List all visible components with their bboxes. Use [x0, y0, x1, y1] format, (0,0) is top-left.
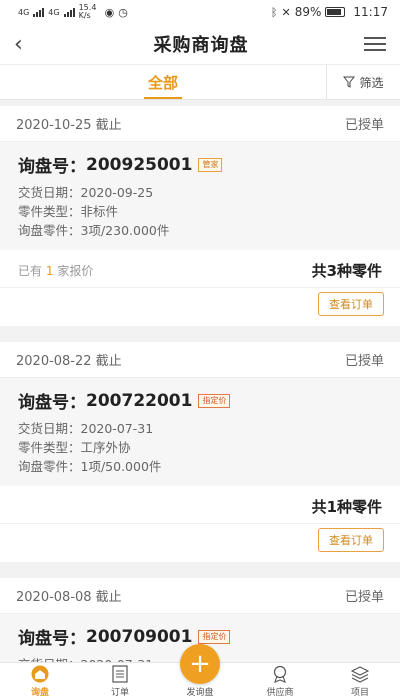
butler-badge: 管家 — [198, 157, 223, 172]
alarm-icon: ◷ — [118, 5, 128, 19]
card-header: 2020-08-22 截止 已授单 — [0, 342, 400, 378]
network-type-1: 4G — [18, 7, 30, 17]
status-text: 已授单 — [344, 354, 384, 369]
filter-button[interactable]: 筛选 — [326, 65, 400, 99]
fixed-price-badge: 指定价 — [198, 393, 231, 408]
mute-icon: ✕ — [281, 5, 291, 19]
signal-icon — [33, 7, 45, 17]
nav-inquiry[interactable]: 询盘 — [5, 665, 75, 698]
status-left: 4G 4G 15.4 K/s ◉ ◷ — [18, 4, 128, 20]
view-order-button[interactable]: 查看订单 — [318, 528, 384, 552]
inquiry-card[interactable]: 2020-10-25 截止 已授单 询盘号： 200925001 管家 交货日期… — [0, 106, 400, 326]
inquiry-number: 200722001 — [86, 390, 193, 411]
card-body: 询盘号： 200722001 指定价 交货日期：2020-07-31 零件类型：… — [0, 378, 400, 486]
page-title: 采购商询盘 — [153, 35, 249, 56]
total-parts: 共3种零件 — [311, 262, 382, 280]
orders-icon — [111, 665, 129, 683]
nav-supplier-label: 供应商 — [266, 688, 294, 698]
battery-percent: 89% — [294, 5, 322, 19]
quote-count-text: 已有 1 家报价 — [18, 262, 93, 279]
tab-area: 全部 — [0, 65, 326, 99]
part-type: 零件类型：工序外协 — [18, 440, 131, 455]
bottom-nav: 询盘 订单 + 发询盘 供应商 项目 — [0, 644, 400, 700]
deadline-text: 2020-10-25 截止 — [16, 118, 122, 133]
part-type: 零件类型：非标件 — [18, 204, 119, 219]
card-summary: 共1种零件 — [0, 486, 400, 523]
inquiry-label: 询盘号： — [18, 393, 86, 413]
tab-bar: 全部 筛选 — [0, 64, 400, 100]
nav-post-inquiry[interactable]: + 发询盘 — [165, 644, 235, 698]
nav-project[interactable]: 项目 — [325, 665, 395, 698]
supplier-badge-icon — [271, 665, 289, 683]
total-parts: 共1种零件 — [311, 498, 382, 516]
nav-inquiry-label: 询盘 — [30, 688, 49, 698]
eye-icon: ◉ — [104, 5, 115, 19]
inquiry-list: 2020-10-25 截止 已授单 询盘号： 200925001 管家 交货日期… — [0, 100, 400, 700]
quote-count: 1 — [45, 264, 54, 278]
inquiry-label: 询盘号： — [18, 157, 86, 177]
card-header: 2020-08-08 截止 已授单 — [0, 578, 400, 614]
nav-project-label: 项目 — [350, 688, 369, 698]
card-header: 2020-10-25 截止 已授单 — [0, 106, 400, 142]
clock: 11:17 — [353, 5, 388, 19]
quote-prefix: 已有 — [18, 264, 43, 278]
inquiry-row: 询盘号： 200925001 管家 — [18, 152, 382, 177]
inquiry-row: 询盘号： 200722001 指定价 — [18, 388, 382, 413]
deadline-text: 2020-08-22 截止 — [16, 354, 122, 369]
plus-icon[interactable]: + — [180, 644, 220, 684]
inquiry-card[interactable]: 2020-08-22 截止 已授单 询盘号： 200722001 指定价 交货日… — [0, 342, 400, 562]
nav-post-label: 发询盘 — [186, 688, 214, 698]
card-body: 询盘号： 200925001 管家 交货日期：2020-09-25 零件类型：非… — [0, 142, 400, 250]
filter-icon — [343, 76, 356, 88]
status-right: ᛒ ✕ 89% 11:17 — [271, 5, 388, 19]
status-text: 已授单 — [344, 590, 384, 605]
signal-icon-2 — [63, 7, 75, 17]
list-menu-icon[interactable] — [364, 37, 386, 51]
inquiry-home-icon — [31, 665, 49, 683]
fixed-price-badge: 指定价 — [198, 629, 231, 644]
view-order-button[interactable]: 查看订单 — [318, 292, 384, 316]
nav-supplier[interactable]: 供应商 — [245, 665, 315, 698]
battery-icon — [325, 7, 346, 17]
tab-all[interactable]: 全部 — [143, 65, 183, 99]
quote-suffix: 家报价 — [57, 264, 94, 278]
nav-orders-label: 订单 — [110, 688, 129, 698]
inquiry-parts: 询盘零件：1项/50.000件 — [18, 459, 162, 474]
back-arrow-icon[interactable]: ‹ — [14, 32, 38, 57]
nav-bar: ‹ 采购商询盘 — [0, 24, 400, 64]
inquiry-parts: 询盘零件：3项/230.000件 — [18, 223, 170, 238]
status-bar: 4G 4G 15.4 K/s ◉ ◷ ᛒ ✕ 89% 11:17 — [0, 0, 400, 24]
filter-label: 筛选 — [359, 75, 384, 90]
inquiry-number: 200925001 — [86, 154, 193, 175]
status-text: 已授单 — [344, 118, 384, 133]
delivery-date: 交货日期：2020-07-31 — [18, 421, 154, 436]
inquiry-number: 200709001 — [86, 626, 193, 647]
bluetooth-icon: ᛒ — [270, 5, 278, 19]
net-speed: 15.4 K/s — [78, 3, 97, 20]
card-actions: 查看订单 — [0, 287, 400, 326]
network-type-2: 4G — [48, 7, 60, 17]
layers-icon — [351, 665, 369, 683]
inquiry-label: 询盘号： — [18, 629, 86, 649]
card-actions: 查看订单 — [0, 523, 400, 562]
nav-orders[interactable]: 订单 — [85, 665, 155, 698]
delivery-date: 交货日期：2020-09-25 — [18, 185, 154, 200]
card-summary: 已有 1 家报价 共3种零件 — [0, 250, 400, 287]
deadline-text: 2020-08-08 截止 — [16, 590, 122, 605]
